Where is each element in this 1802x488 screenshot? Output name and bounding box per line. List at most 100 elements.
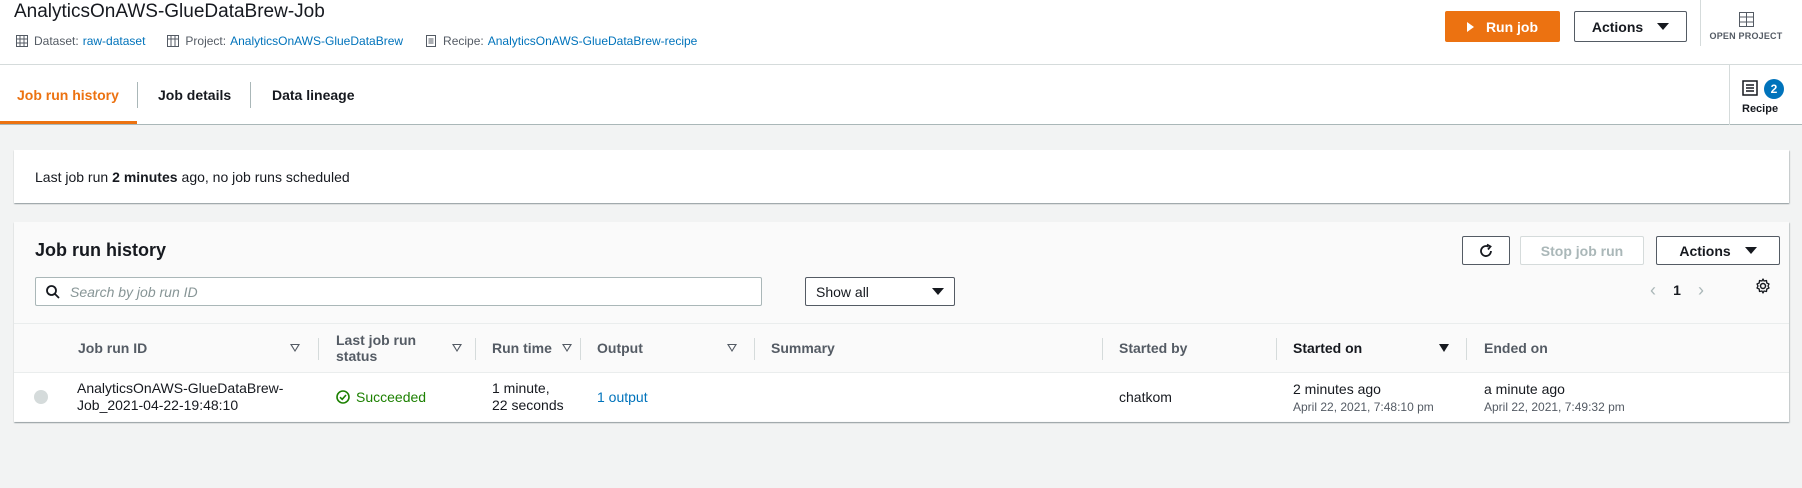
info-suffix: ago, no job runs scheduled <box>181 168 350 185</box>
info-prefix: Last job run <box>35 168 109 185</box>
column-summary: Summary <box>771 324 835 372</box>
section-title: Job run history <box>35 240 167 260</box>
ended-on-detail: April 22, 2021, 7:49:32 pm <box>1484 400 1625 414</box>
recipe-count-badge: 2 <box>1764 79 1784 99</box>
recipe-label: Recipe: <box>443 34 484 48</box>
play-icon <box>1466 21 1474 32</box>
column-label: Job run ID <box>78 340 148 356</box>
job-run-id-line1: AnalyticsOnAWS-GlueDataBrew- <box>77 380 284 396</box>
ended-on-relative: a minute ago <box>1484 381 1565 397</box>
page-title: AnalyticsOnAWS-GlueDataBrew-Job <box>14 1 325 22</box>
next-page-icon[interactable]: › <box>1692 280 1710 301</box>
sort-icon <box>727 344 737 352</box>
project-icon <box>167 35 180 47</box>
open-project-button[interactable]: OPEN PROJECT <box>1706 12 1786 41</box>
tab-data-lineage[interactable]: Data lineage <box>272 65 354 125</box>
started-on-detail: April 22, 2021, 7:48:10 pm <box>1293 400 1434 414</box>
header-actions-button[interactable]: Actions <box>1574 11 1687 42</box>
active-tab-indicator <box>0 121 137 124</box>
run-job-label: Run job <box>1485 18 1539 35</box>
page-header: AnalyticsOnAWS-GlueDataBrew-Job Dataset:… <box>0 0 1802 65</box>
column-run-time[interactable]: Run time <box>492 324 572 372</box>
history-actions-button[interactable]: Actions <box>1656 236 1780 265</box>
row-select-radio[interactable] <box>34 390 48 404</box>
header-actions-label: Actions <box>1591 18 1644 35</box>
column-last-job-run-status[interactable]: Last job run status <box>336 324 462 372</box>
recipe-icon <box>426 35 437 47</box>
table-header: Job run ID Last job run status Run time … <box>14 323 1789 373</box>
tab-divider <box>250 82 251 108</box>
refresh-button[interactable] <box>1462 236 1510 265</box>
job-run-history-container: Job run history Stop job run Actions Sho… <box>14 222 1789 422</box>
job-run-id-line2: Job_2021-04-22-19:48:10 <box>77 397 239 413</box>
started-on-cell: 2 minutes ago April 22, 2021, 7:48:10 pm <box>1293 381 1434 414</box>
caret-down-icon <box>932 288 944 295</box>
tab-label: Job run history <box>17 87 119 103</box>
column-divider <box>1276 338 1277 360</box>
column-divider <box>475 338 476 360</box>
output-link[interactable]: 1 output <box>597 389 648 405</box>
column-started-on[interactable]: Started on <box>1293 324 1451 372</box>
caret-down-icon <box>1657 23 1670 30</box>
header-divider <box>1700 0 1701 46</box>
column-label: Run time <box>492 340 552 356</box>
tab-label: Job details <box>158 87 232 103</box>
column-label: Started on <box>1293 340 1363 356</box>
run-job-button[interactable]: Run job <box>1445 11 1560 42</box>
column-divider <box>754 338 755 360</box>
tab-job-details[interactable]: Job details <box>158 65 231 125</box>
history-actions-label: Actions <box>1679 242 1731 259</box>
column-ended-on: Ended on <box>1484 324 1548 372</box>
column-divider <box>580 338 581 360</box>
job-meta: Dataset: raw-dataset Project: AnalyticsO… <box>16 34 719 48</box>
status-cell: Succeeded <box>336 389 426 405</box>
dataset-link[interactable]: raw-dataset <box>83 34 146 48</box>
sort-icon <box>452 344 462 352</box>
search-icon <box>46 284 60 299</box>
sort-icon <box>290 344 300 352</box>
dataset-icon <box>16 35 28 47</box>
search-field[interactable] <box>35 277 762 306</box>
run-time-cell: 1 minute, 22 seconds <box>492 380 564 414</box>
column-job-run-id[interactable]: Job run ID <box>78 324 302 372</box>
project-label: Project: <box>185 34 227 48</box>
sort-descending-icon <box>1439 344 1449 352</box>
sort-icon <box>562 344 572 352</box>
tab-bar: Job run history Job details Data lineage… <box>0 65 1802 125</box>
gear-icon[interactable] <box>1755 278 1771 294</box>
open-project-label: OPEN PROJECT <box>1709 31 1783 41</box>
column-output[interactable]: Output <box>597 324 739 372</box>
column-label: Started by <box>1119 340 1188 356</box>
stop-job-run-button[interactable]: Stop job run <box>1520 236 1644 265</box>
run-time-line1: 1 minute, <box>492 380 550 396</box>
recipe-link[interactable]: AnalyticsOnAWS-GlueDataBrew-recipe <box>488 34 698 48</box>
tab-divider <box>137 82 138 108</box>
column-label: Ended on <box>1484 340 1548 356</box>
dataset-meta: Dataset: raw-dataset <box>16 34 145 48</box>
column-label: Summary <box>771 340 835 356</box>
tab-label: Data lineage <box>272 87 355 103</box>
search-input[interactable] <box>70 283 720 300</box>
previous-page-icon[interactable]: ‹ <box>1644 280 1662 301</box>
project-link[interactable]: AnalyticsOnAWS-GlueDataBrew <box>230 34 403 48</box>
started-by-cell: chatkom <box>1119 389 1172 405</box>
column-started-by: Started by <box>1119 324 1187 372</box>
run-time-line2: 22 seconds <box>492 397 564 413</box>
project-meta: Project: AnalyticsOnAWS-GlueDataBrew <box>167 34 403 48</box>
column-label: Last job run status <box>336 332 417 364</box>
pagination: ‹ 1 › <box>1644 278 1710 302</box>
refresh-icon <box>1480 243 1492 257</box>
column-label: Output <box>597 340 643 356</box>
recipe-panel-label: Recipe <box>1742 103 1779 115</box>
tab-job-run-history[interactable]: Job run history <box>17 65 119 125</box>
table-row[interactable]: AnalyticsOnAWS-GlueDataBrew- Job_2021-04… <box>14 373 1789 421</box>
dataset-label: Dataset: <box>34 34 79 48</box>
grid-icon <box>1738 12 1754 27</box>
recipe-panel-toggle[interactable]: 2 Recipe <box>1729 65 1802 125</box>
status-filter-select[interactable]: Show all <box>805 277 955 306</box>
recipe-list-icon <box>1742 80 1758 96</box>
status-text: Succeeded <box>356 389 427 405</box>
current-page[interactable]: 1 <box>1662 282 1692 298</box>
ended-on-cell: a minute ago April 22, 2021, 7:49:32 pm <box>1484 381 1789 414</box>
caret-down-icon <box>1744 247 1757 254</box>
